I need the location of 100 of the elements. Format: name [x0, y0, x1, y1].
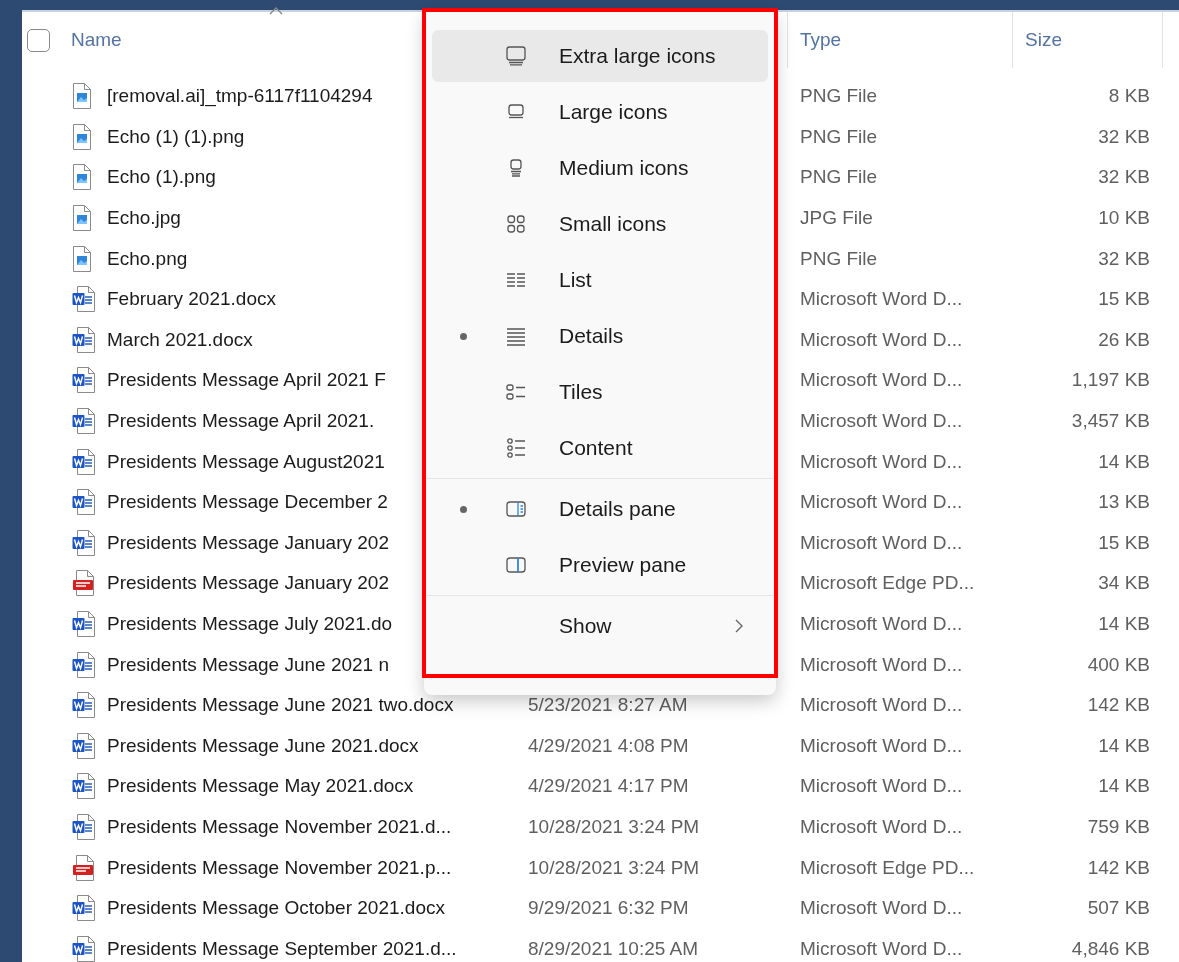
word-file-icon [72, 528, 96, 557]
file-type: Microsoft Word D... [800, 450, 963, 472]
file-type: JPG File [800, 207, 873, 229]
file-name[interactable]: Presidents Message June 2021.docx [107, 734, 419, 757]
file-size: 10 KB [1098, 207, 1150, 229]
type-header[interactable]: Type [788, 12, 1013, 68]
file-name[interactable]: Presidents Message November 2021.d... [107, 816, 452, 838]
word-file-icon [72, 731, 96, 760]
file-size: 1,197 KB [1071, 369, 1150, 391]
file-type: PNG File [800, 125, 878, 147]
file-name[interactable]: February 2021.docx [107, 288, 276, 311]
content-view-icon [504, 436, 528, 460]
menu-item[interactable]: List [432, 254, 768, 306]
date-modified: 9/29/2021 6:32 PM [528, 897, 689, 919]
file-name[interactable]: Presidents Message April 2021. [107, 410, 375, 433]
file-size: 32 KB [1098, 247, 1150, 269]
file-size: 14 KB [1098, 775, 1150, 797]
file-name[interactable]: Presidents Message June 2021 n [107, 653, 389, 676]
date-modified: 8/29/2021 10:25 AM [528, 937, 699, 959]
file-name[interactable]: Echo.jpg [107, 207, 181, 230]
file-size: 14 KB [1098, 734, 1150, 756]
file-type: Microsoft Word D... [800, 653, 963, 675]
file-name[interactable]: Presidents Message January 202 [107, 572, 389, 595]
file-size: 759 KB [1087, 816, 1150, 837]
file-size: 26 KB [1098, 328, 1150, 350]
file-name[interactable]: Presidents Message June 2021 two.docx [107, 694, 454, 717]
date-modified: 5/23/2021 8:27 AM [528, 694, 688, 716]
file-name[interactable]: Presidents Message December 2 [107, 491, 388, 514]
file-name[interactable]: Presidents Message August2021 [107, 450, 385, 473]
file-type: Microsoft Word D... [800, 694, 963, 716]
menu-item[interactable]: Tiles [432, 366, 768, 418]
file-type: Microsoft Edge PD... [800, 572, 975, 594]
menu-item[interactable]: Show [432, 600, 768, 652]
menu-item[interactable]: Preview pane [432, 539, 768, 591]
word-file-icon [72, 447, 96, 476]
file-name[interactable]: [removal.ai]_tmp-6117f1104294 [107, 85, 373, 108]
file-type: Microsoft Word D... [800, 775, 963, 797]
image-file-icon [72, 82, 92, 111]
file-type: Microsoft Word D... [800, 491, 963, 513]
word-file-icon [72, 772, 96, 801]
image-file-icon [72, 204, 92, 233]
menu-item[interactable]: Details [432, 310, 768, 362]
file-name[interactable]: Echo (1) (1).png [107, 125, 245, 148]
file-name[interactable]: Presidents Message January 202 [107, 531, 389, 554]
image-file-icon [72, 244, 92, 273]
file-type: Microsoft Word D... [800, 937, 963, 959]
chevron-right-icon [734, 619, 744, 633]
file-size: 3,457 KB [1071, 410, 1150, 432]
file-type: Microsoft Word D... [800, 369, 963, 391]
menu-item[interactable]: Extra large icons [432, 30, 768, 82]
pdf-file-icon [72, 569, 96, 598]
word-file-icon [72, 285, 96, 314]
file-size: 32 KB [1098, 125, 1150, 147]
file-size: 8 KB [1108, 85, 1150, 107]
file-type: PNG File [800, 247, 878, 269]
file-name[interactable]: Presidents Message November 2021.p... [107, 856, 452, 879]
file-size: 400 KB [1087, 653, 1150, 675]
menu-item[interactable]: Details pane [432, 483, 768, 535]
sort-caret-icon [269, 7, 283, 15]
menu-item[interactable]: Large icons [432, 86, 768, 138]
menu-item[interactable]: Medium icons [432, 142, 768, 194]
small-icons-icon [504, 212, 528, 236]
word-file-icon [72, 691, 96, 720]
word-file-icon [72, 407, 96, 436]
menu-item[interactable]: Content [432, 422, 768, 474]
file-type: Microsoft Word D... [800, 734, 963, 756]
file-type: Microsoft Word D... [800, 410, 963, 432]
menu-item[interactable]: Small icons [432, 198, 768, 250]
word-file-icon [72, 325, 96, 354]
file-name[interactable]: Presidents Message October 2021.docx [107, 897, 445, 920]
file-size: 4,846 KB [1071, 937, 1150, 959]
word-file-icon [72, 366, 96, 395]
word-file-icon [72, 813, 96, 841]
file-name[interactable]: Echo.png [107, 247, 188, 270]
select-all-checkbox[interactable] [27, 28, 50, 52]
file-type: Microsoft Word D... [800, 328, 963, 350]
word-file-icon [72, 610, 96, 638]
file-type: Microsoft Edge PD... [800, 856, 975, 878]
file-name[interactable]: Presidents Message May 2021.docx [107, 775, 414, 798]
file-type: Microsoft Word D... [800, 897, 963, 919]
file-size: 14 KB [1098, 613, 1150, 634]
file-size: 142 KB [1087, 694, 1150, 716]
file-size: 142 KB [1087, 856, 1150, 878]
file-name[interactable]: March 2021.docx [107, 328, 253, 351]
extra-large-icons-icon [504, 44, 528, 68]
size-header[interactable]: Size [1013, 12, 1163, 68]
word-file-icon [72, 488, 96, 517]
file-name[interactable]: Presidents Message July 2021.do [107, 613, 393, 635]
file-name[interactable]: Echo (1).png [107, 166, 216, 189]
file-size: 34 KB [1098, 572, 1150, 594]
file-name[interactable]: Presidents Message September 2021.d... [107, 937, 457, 960]
date-modified: 4/29/2021 4:08 PM [528, 734, 689, 756]
file-name[interactable]: Presidents Message April 2021 F [107, 369, 386, 392]
word-file-icon [72, 650, 96, 679]
file-size: 15 KB [1098, 288, 1150, 310]
file-size: 32 KB [1098, 166, 1150, 188]
file-size: 15 KB [1098, 531, 1150, 553]
image-file-icon [72, 163, 92, 192]
image-file-icon [72, 122, 92, 151]
word-file-icon [72, 894, 96, 923]
